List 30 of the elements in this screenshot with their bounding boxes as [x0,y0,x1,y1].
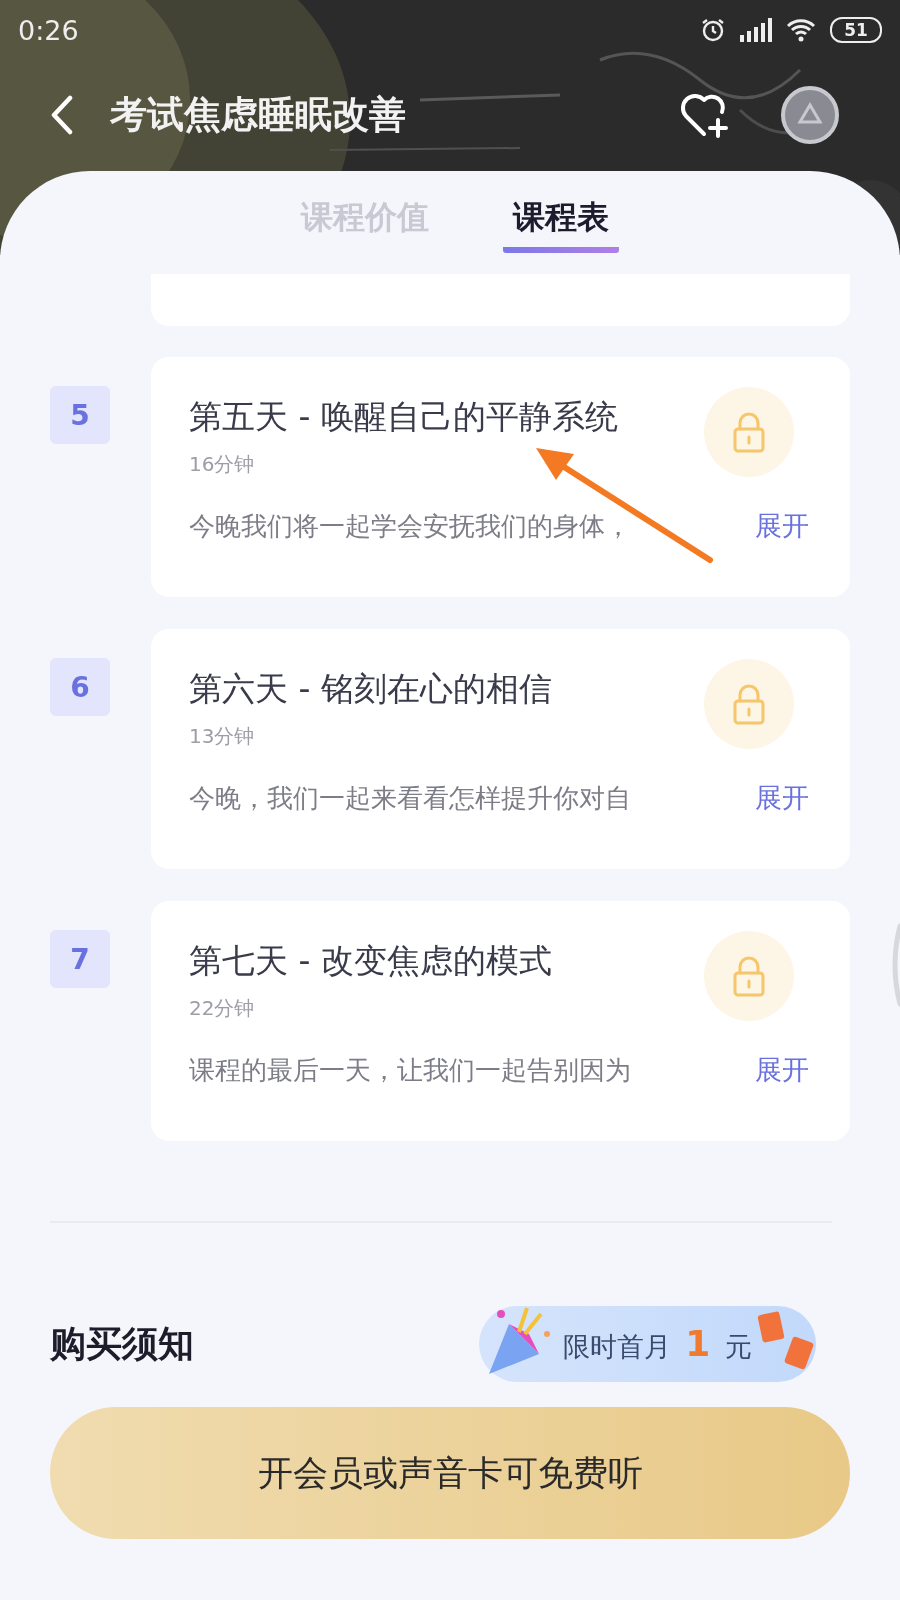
promo-bubble[interactable]: 限时首月 1 元 [478,1306,816,1382]
lesson-duration: 22分钟 [189,995,255,1022]
lesson-card[interactable]: 第六天 - 铭刻在心的相信 13分钟 今晚，我们一起来看看怎样提升你对自 展开 [151,629,850,869]
lesson-duration: 13分钟 [189,723,255,750]
lesson-title: 第六天 - 铭刻在心的相信 [189,668,552,710]
section-heading: 购买须知 [50,1321,194,1366]
lesson-card[interactable]: 第七天 - 改变焦虑的模式 22分钟 课程的最后一天，让我们一起告别因为 展开 [151,901,850,1141]
alarm-icon [700,17,726,43]
battery-level: 51 [830,17,882,43]
lesson-card[interactable]: 第五天 - 唤醒自己的平静系统 16分钟 今晚我们将一起学会安抚我们的身体， 展开 [151,357,850,597]
lesson-title: 第七天 - 改变焦虑的模式 [189,940,552,982]
day-number-badge: 7 [50,930,110,988]
back-icon[interactable] [50,95,74,135]
triangle-circle-icon[interactable] [780,85,840,145]
lesson-duration: 16分钟 [189,451,255,478]
lesson-summary: 今晚我们将一起学会安抚我们的身体， [189,509,631,543]
wifi-icon [786,18,816,42]
signal-icon [740,18,772,42]
lesson-title: 第五天 - 唤醒自己的平静系统 [189,396,618,438]
expand-link[interactable]: 展开 [755,780,809,816]
status-time: 0:26 [18,14,80,46]
expand-link[interactable]: 展开 [755,508,809,544]
lesson-summary: 今晚，我们一起来看看怎样提升你对自 [189,781,631,815]
membership-button[interactable]: 开会员或声音卡可免费听 [50,1407,850,1539]
page-title: 考试焦虑睡眠改善 [110,92,407,138]
day-number-badge: 6 [50,658,110,716]
day-number-badge: 5 [50,386,110,444]
expand-link[interactable]: 展开 [755,1052,809,1088]
promo-text: 限时首月 1 元 [562,1323,752,1365]
lesson-summary: 课程的最后一天，让我们一起告别因为 [189,1053,631,1087]
